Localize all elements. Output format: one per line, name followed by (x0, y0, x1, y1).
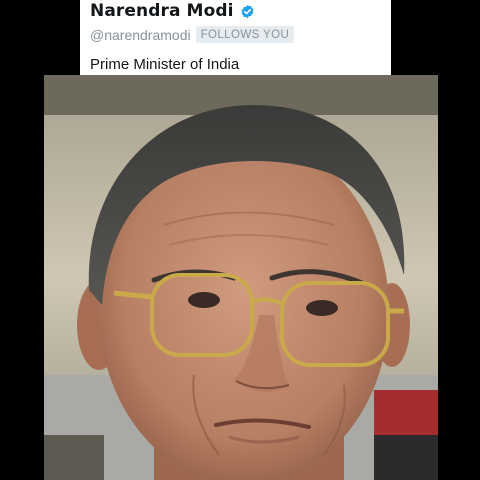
handle-row: @narendramodi FOLLOWS YOU (90, 26, 295, 43)
name-row: Narendra Modi (90, 1, 255, 21)
follows-you-badge: FOLLOWS YOU (195, 26, 295, 43)
user-handle[interactable]: @narendramodi (90, 27, 191, 43)
profile-bio: Prime Minister of India (90, 56, 240, 73)
verified-badge-icon (240, 4, 255, 19)
display-name[interactable]: Narendra Modi (90, 1, 234, 21)
portrait-photo (44, 75, 438, 480)
profile-card: Narendra Modi @narendramodi FOLLOWS YOU … (80, 0, 391, 75)
